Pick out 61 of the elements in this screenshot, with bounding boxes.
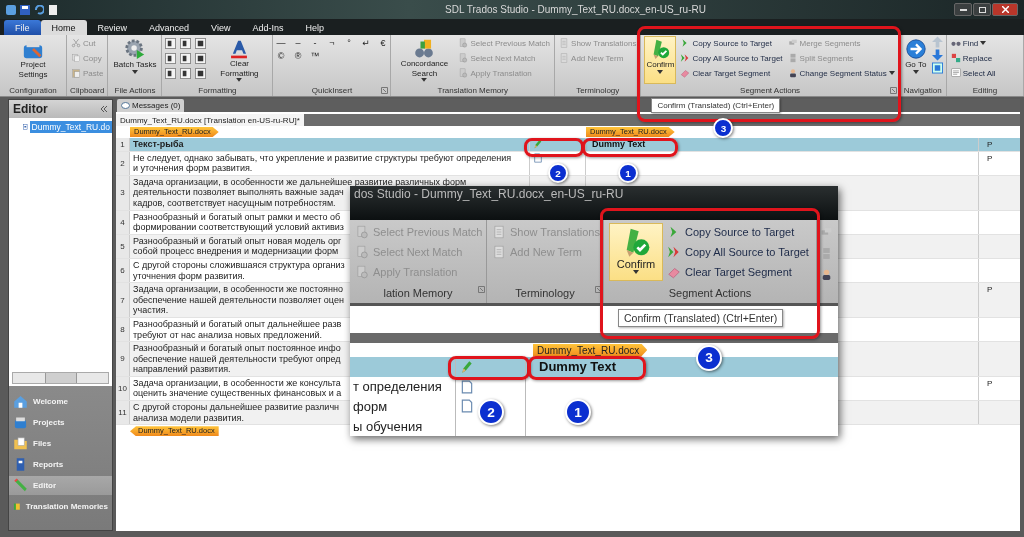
window-title: SDL Trados Studio - Dummy_Text_RU.docx_en-US_ru-RU bbox=[444, 4, 707, 15]
source-text: оценить значение существенных финансовых и а bbox=[133, 388, 342, 400]
source-text: С другой стороны сложившаяся структура организ bbox=[133, 259, 345, 271]
group-label: Translation Memory bbox=[437, 86, 508, 95]
group-label: QuickInsert bbox=[311, 86, 353, 95]
panel-title: Editor bbox=[13, 102, 48, 116]
source-text: кадров, соответствует насущным потребностям. bbox=[133, 197, 336, 209]
segment-number: 10 bbox=[116, 376, 130, 401]
paragraph-marker: P bbox=[986, 152, 994, 165]
source-text: и уточнения форм развития. bbox=[133, 163, 253, 174]
tooltip: Confirm (Translated) (Ctrl+Enter) bbox=[651, 98, 781, 113]
source-text: обеспечение нашей деятельности требуют опред bbox=[133, 353, 341, 365]
source-text: Задача организации, в особенности же дальнейшее развитие различных форм bbox=[133, 176, 467, 188]
source-text: Разнообразный и богатый опыт дальнейшее разв bbox=[133, 318, 342, 330]
source-text: Разнообразный и богатый опыт постоянное инфо bbox=[133, 343, 341, 354]
paragraph-marker: P bbox=[986, 377, 994, 390]
source-text: т определения bbox=[352, 379, 442, 395]
segment-number: 5 bbox=[116, 234, 130, 258]
group-label: Segment Actions bbox=[740, 86, 801, 95]
file-tag: Dummy_Text_RU.docx bbox=[533, 343, 648, 357]
group-label: Configuration bbox=[9, 86, 57, 95]
group-label: Segment Actions bbox=[668, 287, 752, 300]
source-text: Не следует, однако забывать, что укрепление и развитие структуры требуют определения bbox=[133, 152, 512, 164]
group-label: Terminology bbox=[576, 86, 620, 95]
group-label: File Actions bbox=[114, 86, 156, 95]
segment-number: 2 bbox=[116, 151, 130, 175]
segment-number: 1 bbox=[116, 138, 130, 151]
segment-number: 8 bbox=[116, 317, 130, 342]
source-text: Текст-рыба bbox=[133, 139, 184, 150]
source-text: участия. bbox=[133, 305, 169, 316]
window-title: dos Studio - Dummy_Text_RU.docx_en-US_ru-RU bbox=[353, 186, 625, 202]
segment-number: 6 bbox=[116, 258, 130, 283]
group-label: Formatting bbox=[198, 86, 237, 95]
source-text: Задача организации, в особенности же консульта bbox=[133, 377, 341, 389]
source-text: деятельности позволяет выполнять важные задач bbox=[133, 187, 344, 198]
source-text: анализа модели развития. bbox=[133, 412, 244, 424]
group-label: Navigation bbox=[903, 86, 942, 95]
paragraph-marker: P bbox=[986, 284, 994, 297]
paragraph-marker: P bbox=[986, 139, 994, 151]
segment-number: 7 bbox=[116, 283, 130, 317]
source-text: ы обучения bbox=[352, 418, 423, 434]
group-label: Editing bbox=[972, 86, 998, 95]
source-text: обеспечение нашей деятельности позволяет оцен bbox=[133, 294, 344, 306]
group-label: lation Memory bbox=[383, 287, 453, 300]
source-text: форм bbox=[352, 398, 388, 414]
source-text: Разнообразный и богатый опыт новая модель орг bbox=[133, 235, 342, 247]
segment-number: 11 bbox=[116, 401, 130, 425]
source-text: уточнения форм развития. bbox=[133, 270, 245, 282]
group-label: Terminology bbox=[515, 287, 575, 300]
source-text: С другой стороны дальнейшее развитие различн bbox=[133, 402, 340, 413]
segment-number: 9 bbox=[116, 342, 130, 376]
source-text: формировании соответствующий условий активиз bbox=[133, 222, 344, 233]
number-badge: 3 bbox=[696, 344, 722, 371]
source-text: Задача организации, в особенности же постоянно bbox=[133, 284, 343, 295]
group-label: Clipboard bbox=[70, 86, 105, 95]
source-text: Разнообразный и богатый опыт рамки и место об bbox=[133, 211, 341, 223]
segment-number: 3 bbox=[116, 175, 130, 210]
source-text: требуют от нас анализа новых предложений. bbox=[133, 329, 322, 341]
source-text: направлений развития. bbox=[133, 364, 231, 375]
segment-number: 4 bbox=[116, 210, 130, 234]
source-text: собой процесс внедрения и модернизации форм bbox=[133, 246, 339, 257]
